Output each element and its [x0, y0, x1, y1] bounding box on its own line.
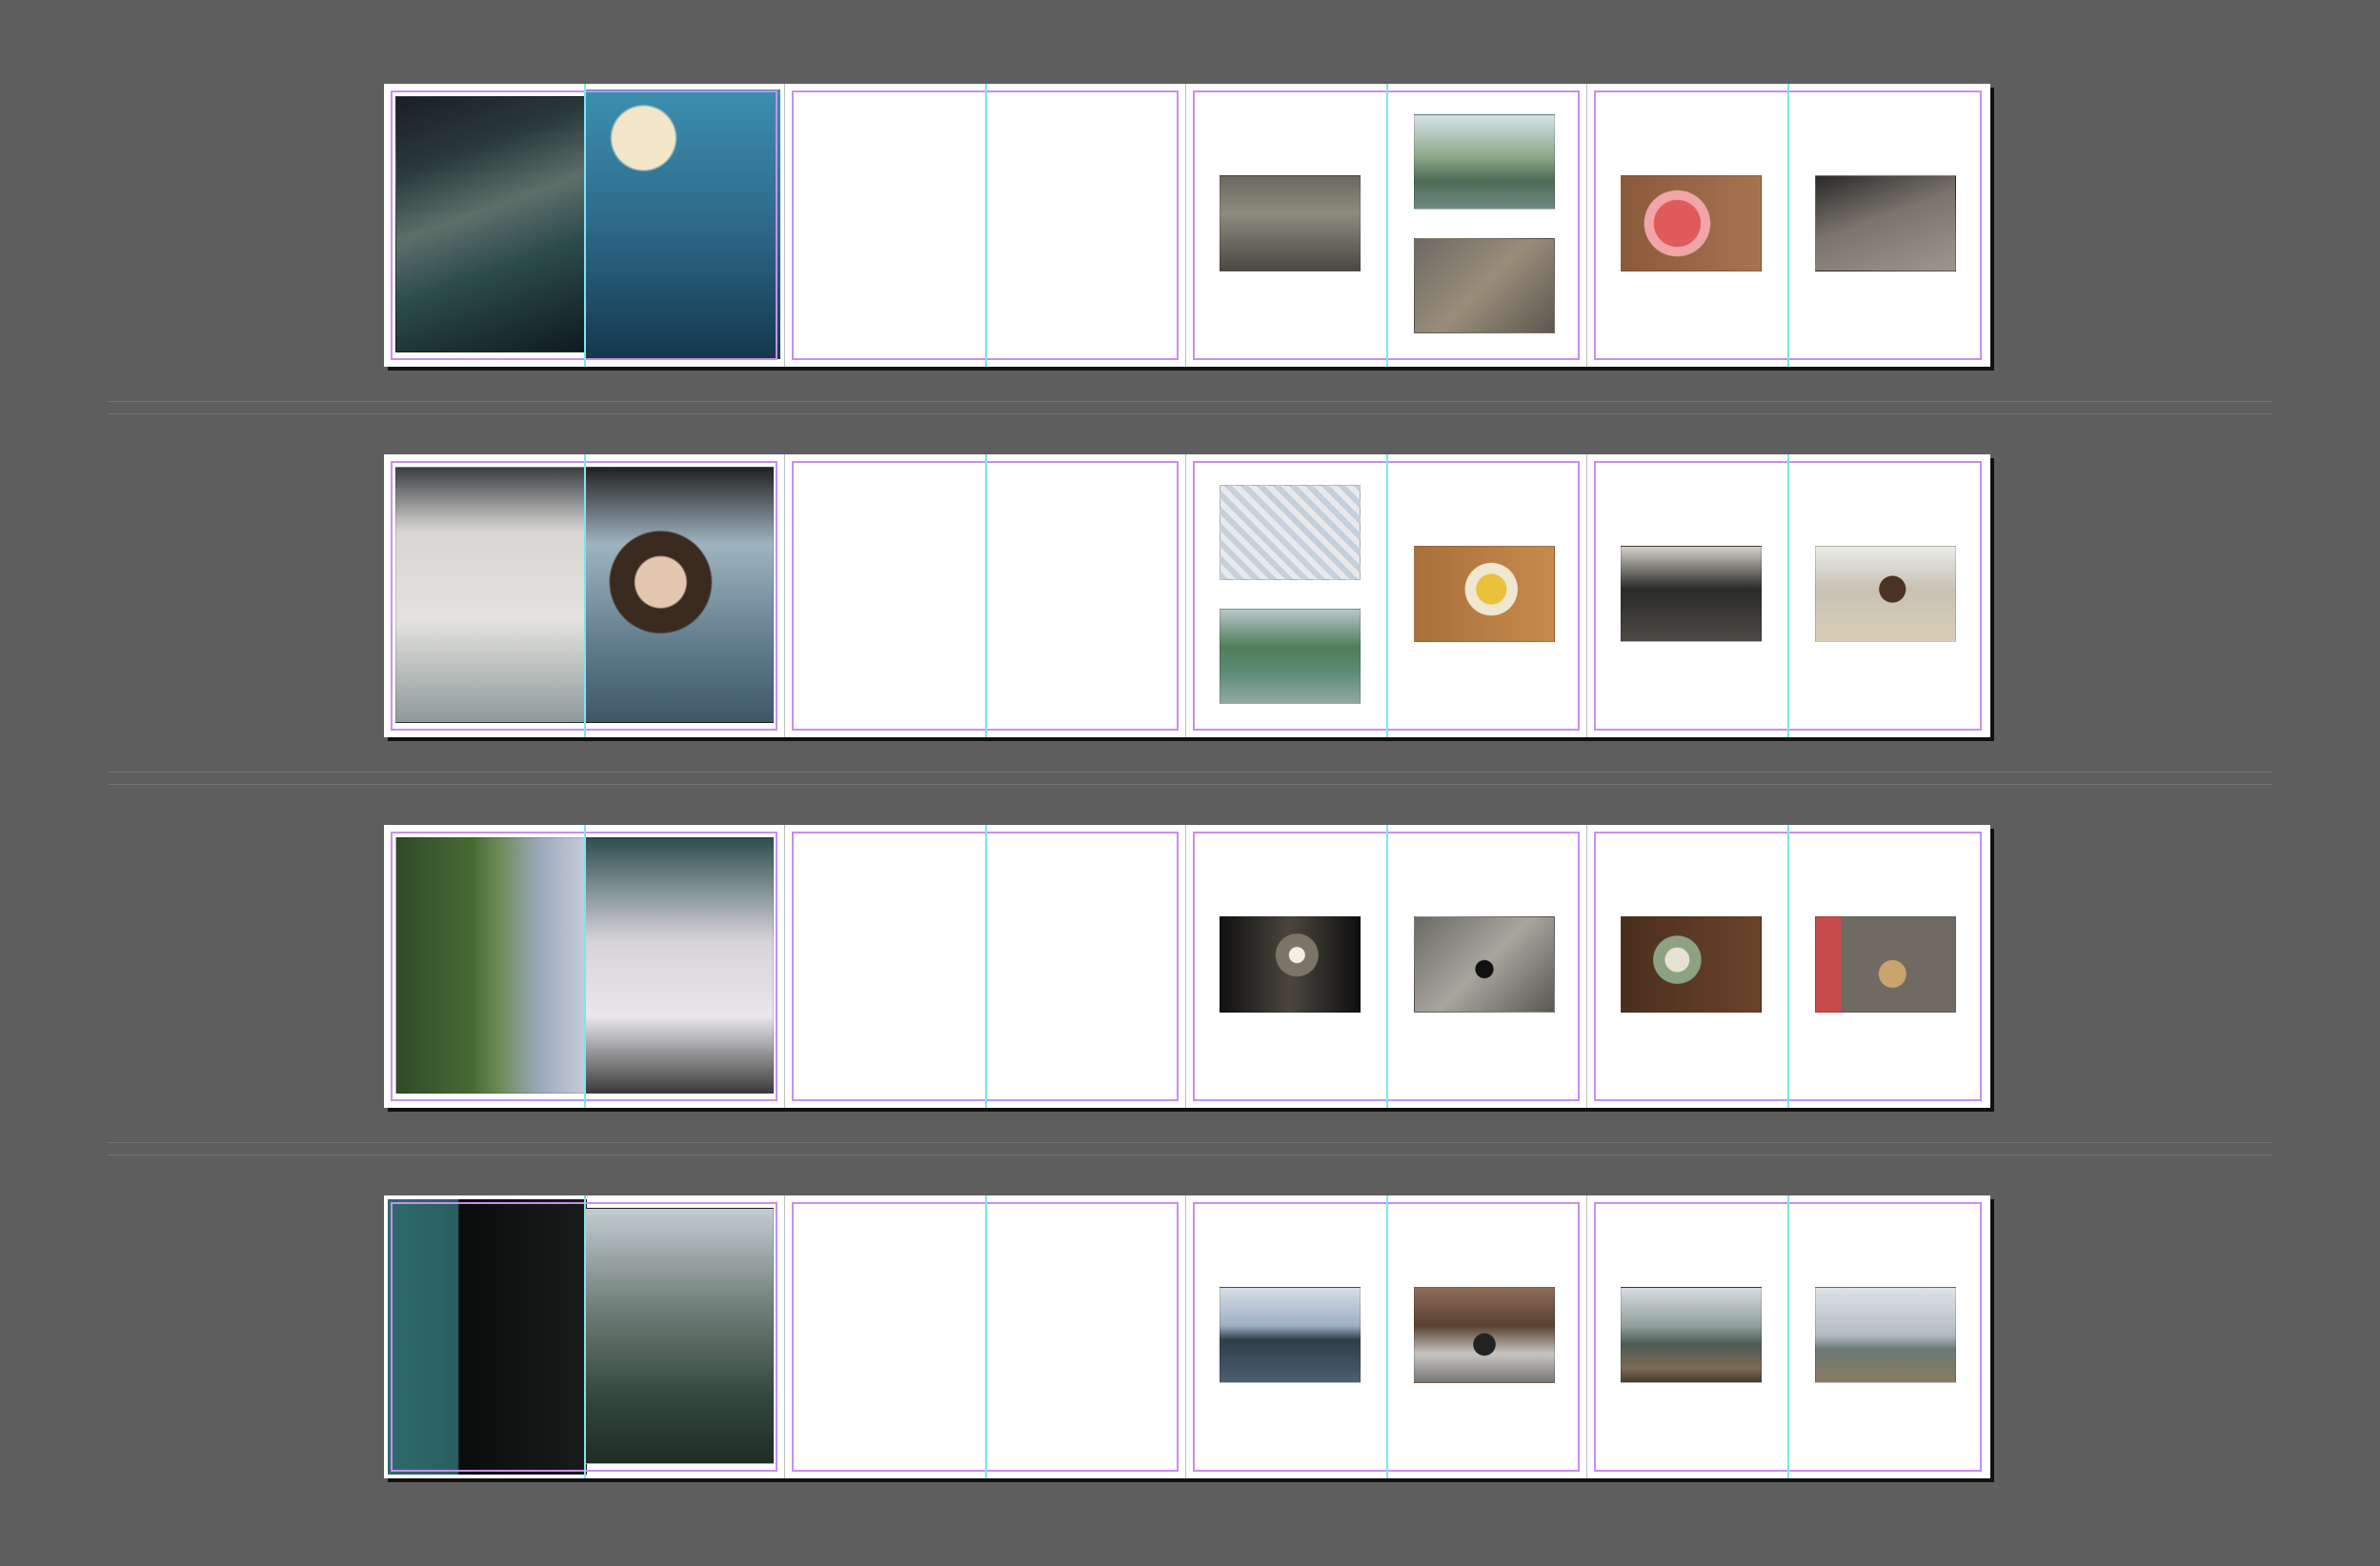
margin-guide — [792, 90, 1179, 360]
fold-guide — [1787, 84, 1789, 367]
cave-photo[interactable] — [1220, 916, 1361, 1013]
spread-1[interactable] — [384, 84, 785, 367]
dog-street-photo[interactable] — [1815, 916, 1956, 1013]
spread-row-3 — [384, 825, 1990, 1108]
cat-rock-photo[interactable] — [1414, 916, 1555, 1013]
woman-portrait-photo[interactable] — [585, 467, 774, 723]
margin-guide — [792, 832, 1179, 1101]
fold-guide — [1386, 1195, 1388, 1478]
fold-guide — [1386, 84, 1388, 367]
fold-guide — [1787, 825, 1789, 1108]
boat-canopy-photo[interactable] — [585, 837, 774, 1094]
fold-guide — [1386, 825, 1388, 1108]
misty-cliff-photo[interactable] — [585, 1208, 774, 1464]
cat-floor-photo[interactable] — [1414, 238, 1555, 333]
spread-1[interactable] — [384, 825, 785, 1108]
spread-2[interactable] — [785, 1195, 1186, 1478]
fold-guide — [985, 825, 987, 1108]
spread-3[interactable] — [1186, 1195, 1587, 1478]
window-view-photo[interactable] — [1621, 546, 1762, 642]
spread-3[interactable] — [1186, 454, 1587, 737]
coconut-hand-photo[interactable] — [585, 90, 780, 359]
blue-lake-photo[interactable] — [1220, 1287, 1361, 1383]
fold-guide — [1787, 454, 1789, 737]
fold-guide — [1386, 454, 1388, 737]
spread-4[interactable] — [1587, 825, 1988, 1108]
longtail-boat-photo[interactable] — [1621, 1287, 1762, 1383]
spread-4[interactable] — [1587, 1195, 1988, 1478]
fruit-tray-photo[interactable] — [1414, 546, 1555, 642]
spread-3[interactable] — [1186, 84, 1587, 367]
spread-2[interactable] — [785, 454, 1186, 737]
spread-2[interactable] — [785, 84, 1186, 367]
fold-guide — [1787, 1195, 1789, 1478]
motorbike-photo[interactable] — [1815, 175, 1956, 271]
spread-row-1 — [384, 84, 1990, 367]
spread-1[interactable] — [384, 454, 785, 737]
boat-woman-photo[interactable] — [395, 467, 587, 723]
spread-row-4 — [384, 1195, 1990, 1478]
margin-guide — [792, 1202, 1179, 1472]
river-photo[interactable] — [1414, 114, 1555, 210]
rice-plate-photo[interactable] — [1621, 916, 1762, 1013]
breakfast-photo[interactable] — [1220, 485, 1361, 580]
sea-night-photo[interactable] — [388, 1199, 587, 1475]
spread-1[interactable] — [384, 1195, 785, 1478]
beach-woman-photo[interactable] — [1815, 546, 1956, 642]
boat-rider-photo[interactable] — [395, 96, 587, 352]
fold-guide — [985, 1195, 987, 1478]
spread-row-2 — [384, 454, 1990, 737]
ruins-photo[interactable] — [1220, 175, 1361, 271]
jungle-cliff-photo[interactable] — [395, 837, 587, 1094]
watermelon-plate-photo[interactable] — [1621, 175, 1762, 271]
spread-4[interactable] — [1587, 454, 1988, 737]
row-separator — [108, 401, 2272, 414]
row-separator — [108, 1142, 2272, 1155]
cat-trees-photo[interactable] — [1414, 1287, 1555, 1383]
fold-guide — [985, 84, 987, 367]
boat-standing-photo[interactable] — [1815, 1287, 1956, 1383]
spread-3[interactable] — [1186, 825, 1587, 1108]
spread-2[interactable] — [785, 825, 1186, 1108]
row-separator — [108, 772, 2272, 785]
margin-guide — [792, 461, 1179, 731]
lake-dock-photo[interactable] — [1220, 609, 1361, 704]
spread-4[interactable] — [1587, 84, 1988, 367]
fold-guide — [985, 454, 987, 737]
